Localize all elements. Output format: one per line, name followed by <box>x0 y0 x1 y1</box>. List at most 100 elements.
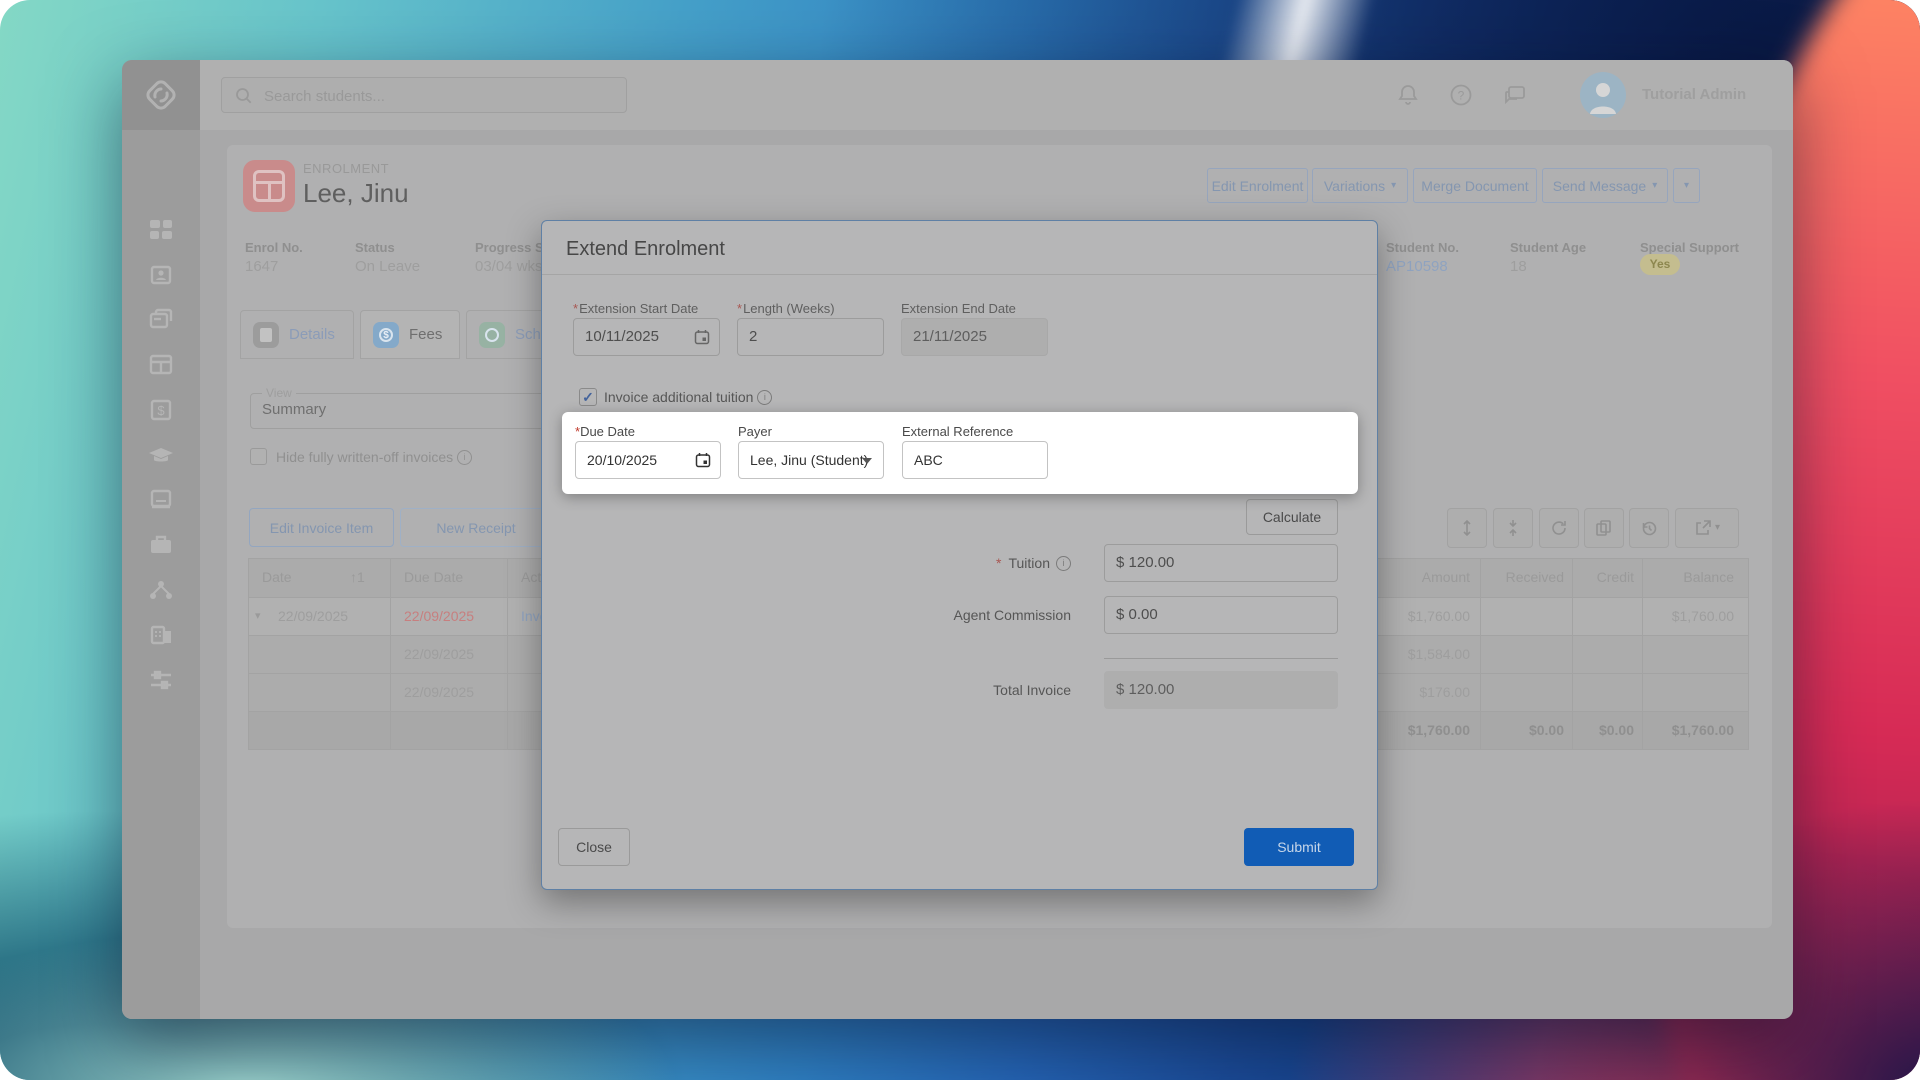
close-button[interactable]: Close <box>558 828 630 866</box>
history-button[interactable] <box>1629 508 1669 548</box>
export-button[interactable]: ▾ <box>1675 508 1739 548</box>
student-no-label: Student No. <box>1386 240 1459 255</box>
student-age-value: 18 <box>1510 258 1527 275</box>
send-message-button[interactable]: Send Message▾ <box>1542 168 1668 203</box>
sidebar-icon-organisation[interactable] <box>147 621 175 649</box>
hide-written-off-label: Hide fully written-off invoices i <box>276 449 472 465</box>
extension-start-date-label: *Extension Start Date <box>573 301 698 316</box>
variations-button[interactable]: Variations▾ <box>1312 168 1408 203</box>
merge-document-button[interactable]: Merge Document <box>1413 168 1537 203</box>
search-input[interactable] <box>262 78 616 114</box>
sidebar-icon-education[interactable] <box>147 441 175 469</box>
refresh-button[interactable] <box>1539 508 1579 548</box>
edit-invoice-item-button[interactable]: Edit Invoice Item <box>249 508 394 547</box>
total-invoice-field: $ 120.00 <box>1104 671 1338 709</box>
extend-enrolment-modal: Extend Enrolment *Extension Start Date 1… <box>541 220 1378 890</box>
due-date-input[interactable]: 20/10/2025 <box>575 441 721 479</box>
notifications-bell-icon[interactable] <box>1395 82 1421 108</box>
col-date[interactable]: Date <box>262 558 292 597</box>
progress-value: 03/04 wks <box>475 258 543 275</box>
cell-due-date-overdue: 22/09/2025 <box>404 597 474 635</box>
calendar-icon[interactable] <box>694 329 710 345</box>
tab-details[interactable]: Details <box>240 310 354 359</box>
student-no-link[interactable]: AP10598 <box>1386 258 1448 275</box>
tuition-label: *Tuitioni <box>822 544 1071 582</box>
payer-dropdown[interactable]: Lee, Jinu (Student) <box>738 441 884 479</box>
modal-title: Extend Enrolment <box>566 238 725 261</box>
help-icon[interactable]: ? <box>1448 82 1474 108</box>
row-expander-icon[interactable]: ▾ <box>255 597 261 635</box>
student-age-label: Student Age <box>1510 240 1586 255</box>
collapse-rows-button[interactable] <box>1493 508 1533 548</box>
hide-written-off-checkbox[interactable] <box>250 448 267 465</box>
new-receipt-button[interactable]: New Receipt <box>400 508 552 547</box>
col-received[interactable]: Received <box>1488 558 1564 597</box>
extension-end-date-label: Extension End Date <box>901 301 1016 316</box>
expand-rows-button[interactable] <box>1447 508 1487 548</box>
chevron-down-icon: ▾ <box>1715 523 1720 533</box>
cell-amount: $1,584.00 <box>1370 635 1470 673</box>
brand-logo-icon <box>142 76 180 114</box>
svg-text:?: ? <box>1458 89 1465 103</box>
app-logo[interactable] <box>122 60 200 130</box>
schedule-icon <box>479 322 505 348</box>
col-amount[interactable]: Amount <box>1370 558 1470 597</box>
extension-end-date-field: 21/11/2025 <box>901 318 1048 356</box>
payer-label: Payer <box>738 424 772 439</box>
col-balance[interactable]: Balance <box>1654 558 1734 597</box>
cell-due-date: 22/09/2025 <box>404 673 474 711</box>
chevron-down-icon: ▾ <box>1684 181 1689 191</box>
sidebar-icon-enrolments[interactable] <box>147 351 175 379</box>
cell-date: 22/09/2025 <box>278 597 348 635</box>
sidebar-icon-settings-sliders[interactable] <box>147 666 175 694</box>
total-invoice-label: Total Invoice <box>822 671 1071 709</box>
sidebar-icon-agents-network[interactable] <box>147 576 175 604</box>
sidebar-icon-students[interactable] <box>147 261 175 289</box>
submit-button[interactable]: Submit <box>1244 828 1354 866</box>
invoice-additional-tuition-label: Invoice additional tuition i <box>604 389 772 405</box>
view-select-value: Summary <box>262 401 326 418</box>
sidebar-icon-invoices[interactable]: $ <box>147 396 175 424</box>
search-icon <box>234 86 254 106</box>
invoice-additional-tuition-checkbox[interactable]: ✓ <box>579 388 597 406</box>
agent-commission-input[interactable]: $ 0.00 <box>1104 596 1338 634</box>
student-search[interactable] <box>221 77 627 113</box>
fees-dollar-icon: $ <box>373 322 399 348</box>
user-avatar[interactable] <box>1580 72 1626 118</box>
user-name[interactable]: Tutorial Admin <box>1642 60 1746 130</box>
edit-enrolment-button[interactable]: Edit Enrolment <box>1207 168 1308 203</box>
agent-commission-label: Agent Commission <box>822 596 1071 634</box>
external-reference-label: External Reference <box>902 424 1013 439</box>
sidebar-icon-dashboard[interactable] <box>147 216 175 244</box>
footer-amount: $1,760.00 <box>1370 711 1470 749</box>
copy-button[interactable] <box>1584 508 1624 548</box>
extension-start-date-input[interactable]: 10/11/2025 <box>573 318 720 356</box>
info-icon: i <box>1056 556 1071 571</box>
cell-balance: $1,760.00 <box>1654 597 1734 635</box>
details-icon <box>253 322 279 348</box>
sidebar-icon-books[interactable] <box>147 486 175 514</box>
more-actions-button[interactable]: ▾ <box>1673 168 1700 203</box>
sidebar-icon-pages[interactable] <box>147 306 175 334</box>
sidebar-icon-services[interactable] <box>147 531 175 559</box>
external-reference-input[interactable]: ABC <box>902 441 1048 479</box>
page-title: Lee, Jinu <box>303 178 409 209</box>
svg-text:$: $ <box>157 403 165 418</box>
info-icon: i <box>757 390 772 405</box>
footer-balance: $1,760.00 <box>1654 711 1734 749</box>
tab-fees[interactable]: $ Fees <box>360 310 460 359</box>
chat-icon[interactable] <box>1502 82 1528 108</box>
tuition-input[interactable]: $ 120.00 <box>1104 544 1338 582</box>
col-credit[interactable]: Credit <box>1580 558 1634 597</box>
col-due-date[interactable]: Due Date <box>404 558 463 597</box>
calculate-button[interactable]: Calculate <box>1246 499 1338 535</box>
calendar-icon[interactable] <box>695 452 711 468</box>
sort-ascending-icon[interactable]: ↑1 <box>350 558 365 597</box>
app-window: $ ? Tutorial Admin ENROLMENT Lee, Jinu E… <box>122 60 1793 1019</box>
enrol-no-label: Enrol No. <box>245 240 303 255</box>
length-weeks-input[interactable]: 2 <box>737 318 884 356</box>
chevron-down-icon: ▾ <box>1391 181 1396 191</box>
section-label: ENROLMENT <box>303 161 389 176</box>
enrol-no-value: 1647 <box>245 258 278 275</box>
info-icon: i <box>457 450 472 465</box>
